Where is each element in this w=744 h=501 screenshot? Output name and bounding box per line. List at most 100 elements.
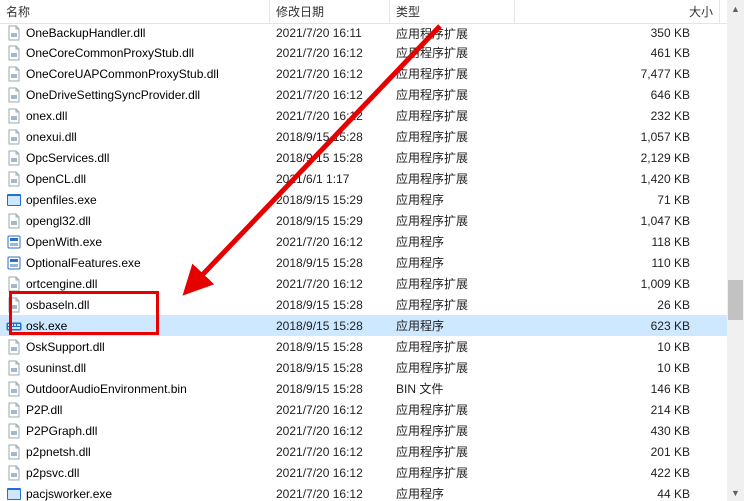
file-name-label: OneDriveSettingSyncProvider.dll (26, 88, 200, 102)
file-name-label: p2psvc.dll (26, 466, 79, 480)
file-row[interactable]: OptionalFeatures.exe 2018/9/15 15:28应用程序1… (0, 252, 744, 273)
file-size-cell: 232 KB (515, 109, 720, 123)
file-size-cell: 461 KB (515, 46, 720, 60)
exe_box-icon (6, 255, 22, 271)
file-name-cell: OneCoreCommonProxyStub.dll (0, 45, 270, 61)
dll-icon (6, 360, 22, 376)
file-date-cell: 2018/9/15 15:28 (270, 130, 390, 144)
file-list: OneBackupHandler.dll2021/7/20 16:11应用程序扩… (0, 24, 744, 501)
dll-icon (6, 150, 22, 166)
file-row[interactable]: opengl32.dll2018/9/15 15:29应用程序扩展1,047 K… (0, 210, 744, 231)
file-date-cell: 2021/7/20 16:12 (270, 487, 390, 501)
file-name-cell: OskSupport.dll (0, 339, 270, 355)
scroll-up-button[interactable]: ▲ (727, 0, 744, 17)
file-name-label: OneCoreUAPCommonProxyStub.dll (26, 67, 219, 81)
file-row[interactable]: openfiles.exe2018/9/15 15:29应用程序71 KB (0, 189, 744, 210)
file-row[interactable]: osuninst.dll2018/9/15 15:28应用程序扩展10 KB (0, 357, 744, 378)
column-header-row: 名称 修改日期 类型 大小 (0, 0, 744, 24)
file-row[interactable]: OpenWith.exe2021/7/20 16:12应用程序118 KB (0, 231, 744, 252)
file-date-cell: 2021/7/20 16:12 (270, 277, 390, 291)
file-name-cell: opengl32.dll (0, 213, 270, 229)
file-row[interactable]: OpenCL.dll2021/6/1 1:17应用程序扩展1,420 KB (0, 168, 744, 189)
file-type-cell: 应用程序扩展 (390, 422, 515, 439)
file-date-cell: 2018/9/15 15:28 (270, 256, 390, 270)
file-row[interactable]: OutdoorAudioEnvironment.bin2018/9/15 15:… (0, 378, 744, 399)
file-row[interactable]: ortcengine.dll2021/7/20 16:12应用程序扩展1,009… (0, 273, 744, 294)
column-header-name[interactable]: 名称 (0, 0, 270, 24)
file-type-cell: 应用程序扩展 (390, 359, 515, 376)
file-name-cell: p2pnetsh.dll (0, 444, 270, 460)
file-date-cell: 2018/9/15 15:28 (270, 151, 390, 165)
file-date-cell: 2021/7/20 16:11 (270, 26, 390, 40)
file-row[interactable]: OneCoreUAPCommonProxyStub.dll2021/7/20 1… (0, 63, 744, 84)
file-row[interactable]: OskSupport.dll2018/9/15 15:28应用程序扩展10 KB (0, 336, 744, 357)
file-row[interactable]: OneCoreCommonProxyStub.dll2021/7/20 16:1… (0, 42, 744, 63)
scroll-thumb[interactable] (728, 280, 743, 320)
dll-icon (6, 87, 22, 103)
file-type-cell: 应用程序扩展 (390, 296, 515, 313)
exe_blue-icon (6, 486, 22, 501)
dll-icon (6, 465, 22, 481)
file-name-label: pacjsworker.exe (26, 487, 112, 501)
file-name-label: p2pnetsh.dll (26, 445, 91, 459)
file-size-cell: 7,477 KB (515, 67, 720, 81)
vertical-scrollbar[interactable]: ▲ ▼ (727, 0, 744, 501)
file-type-cell: 应用程序 (390, 317, 515, 334)
scroll-down-button[interactable]: ▼ (727, 484, 744, 501)
exe_box-icon (6, 234, 22, 250)
dll-icon (6, 45, 22, 61)
dll-icon (6, 66, 22, 82)
file-type-cell: 应用程序 (390, 254, 515, 271)
file-size-cell: 1,047 KB (515, 214, 720, 228)
exe_keyboard-icon (6, 318, 22, 334)
file-row[interactable]: osbaseln.dll2018/9/15 15:28应用程序扩展26 KB (0, 294, 744, 315)
column-header-date[interactable]: 修改日期 (270, 0, 390, 24)
dll-icon (6, 444, 22, 460)
file-size-cell: 10 KB (515, 340, 720, 354)
file-size-cell: 110 KB (515, 256, 720, 270)
file-name-cell: ortcengine.dll (0, 276, 270, 292)
file-row[interactable]: p2psvc.dll2021/7/20 16:12应用程序扩展422 KB (0, 462, 744, 483)
file-type-cell: 应用程序 (390, 233, 515, 250)
file-name-cell: pacjsworker.exe (0, 486, 270, 501)
file-type-cell: 应用程序扩展 (390, 107, 515, 124)
column-header-size[interactable]: 大小 (515, 0, 720, 24)
file-row[interactable]: onex.dll2021/7/20 16:12应用程序扩展232 KB (0, 105, 744, 126)
file-name-cell: osbaseln.dll (0, 297, 270, 313)
file-size-cell: 646 KB (515, 88, 720, 102)
dll-icon (6, 213, 22, 229)
file-row[interactable]: P2P.dll2021/7/20 16:12应用程序扩展214 KB (0, 399, 744, 420)
file-row[interactable]: OneDriveSettingSyncProvider.dll2021/7/20… (0, 84, 744, 105)
file-type-cell: BIN 文件 (390, 380, 515, 397)
bin-icon (6, 381, 22, 397)
file-type-cell: 应用程序扩展 (390, 128, 515, 145)
file-date-cell: 2021/6/1 1:17 (270, 172, 390, 186)
file-row[interactable]: P2PGraph.dll2021/7/20 16:12应用程序扩展430 KB (0, 420, 744, 441)
dll-icon (6, 402, 22, 418)
dll-icon (6, 25, 22, 41)
file-size-cell: 71 KB (515, 193, 720, 207)
dll-icon (6, 129, 22, 145)
file-row[interactable]: OpcServices.dll2018/9/15 15:28应用程序扩展2,12… (0, 147, 744, 168)
file-name-cell: OpcServices.dll (0, 150, 270, 166)
file-row[interactable]: osk.exe2018/9/15 15:28应用程序623 KB (0, 315, 744, 336)
dll-icon (6, 297, 22, 313)
file-date-cell: 2021/7/20 16:12 (270, 109, 390, 123)
file-type-cell: 应用程序扩展 (390, 170, 515, 187)
dll-icon (6, 171, 22, 187)
file-type-cell: 应用程序扩展 (390, 25, 515, 42)
file-size-cell: 214 KB (515, 403, 720, 417)
dll-icon (6, 423, 22, 439)
file-row[interactable]: onexui.dll2018/9/15 15:28应用程序扩展1,057 KB (0, 126, 744, 147)
file-row[interactable]: p2pnetsh.dll2021/7/20 16:12应用程序扩展201 KB (0, 441, 744, 462)
file-row[interactable]: OneBackupHandler.dll2021/7/20 16:11应用程序扩… (0, 24, 744, 42)
file-size-cell: 26 KB (515, 298, 720, 312)
file-date-cell: 2021/7/20 16:12 (270, 403, 390, 417)
file-name-label: ortcengine.dll (26, 277, 97, 291)
file-name-label: P2P.dll (26, 403, 62, 417)
column-header-type[interactable]: 类型 (390, 0, 515, 24)
file-name-label: OptionalFeatures.exe (26, 256, 141, 270)
file-row[interactable]: pacjsworker.exe2021/7/20 16:12应用程序44 KB (0, 483, 744, 501)
file-name-label: OpcServices.dll (26, 151, 109, 165)
file-name-cell: p2psvc.dll (0, 465, 270, 481)
